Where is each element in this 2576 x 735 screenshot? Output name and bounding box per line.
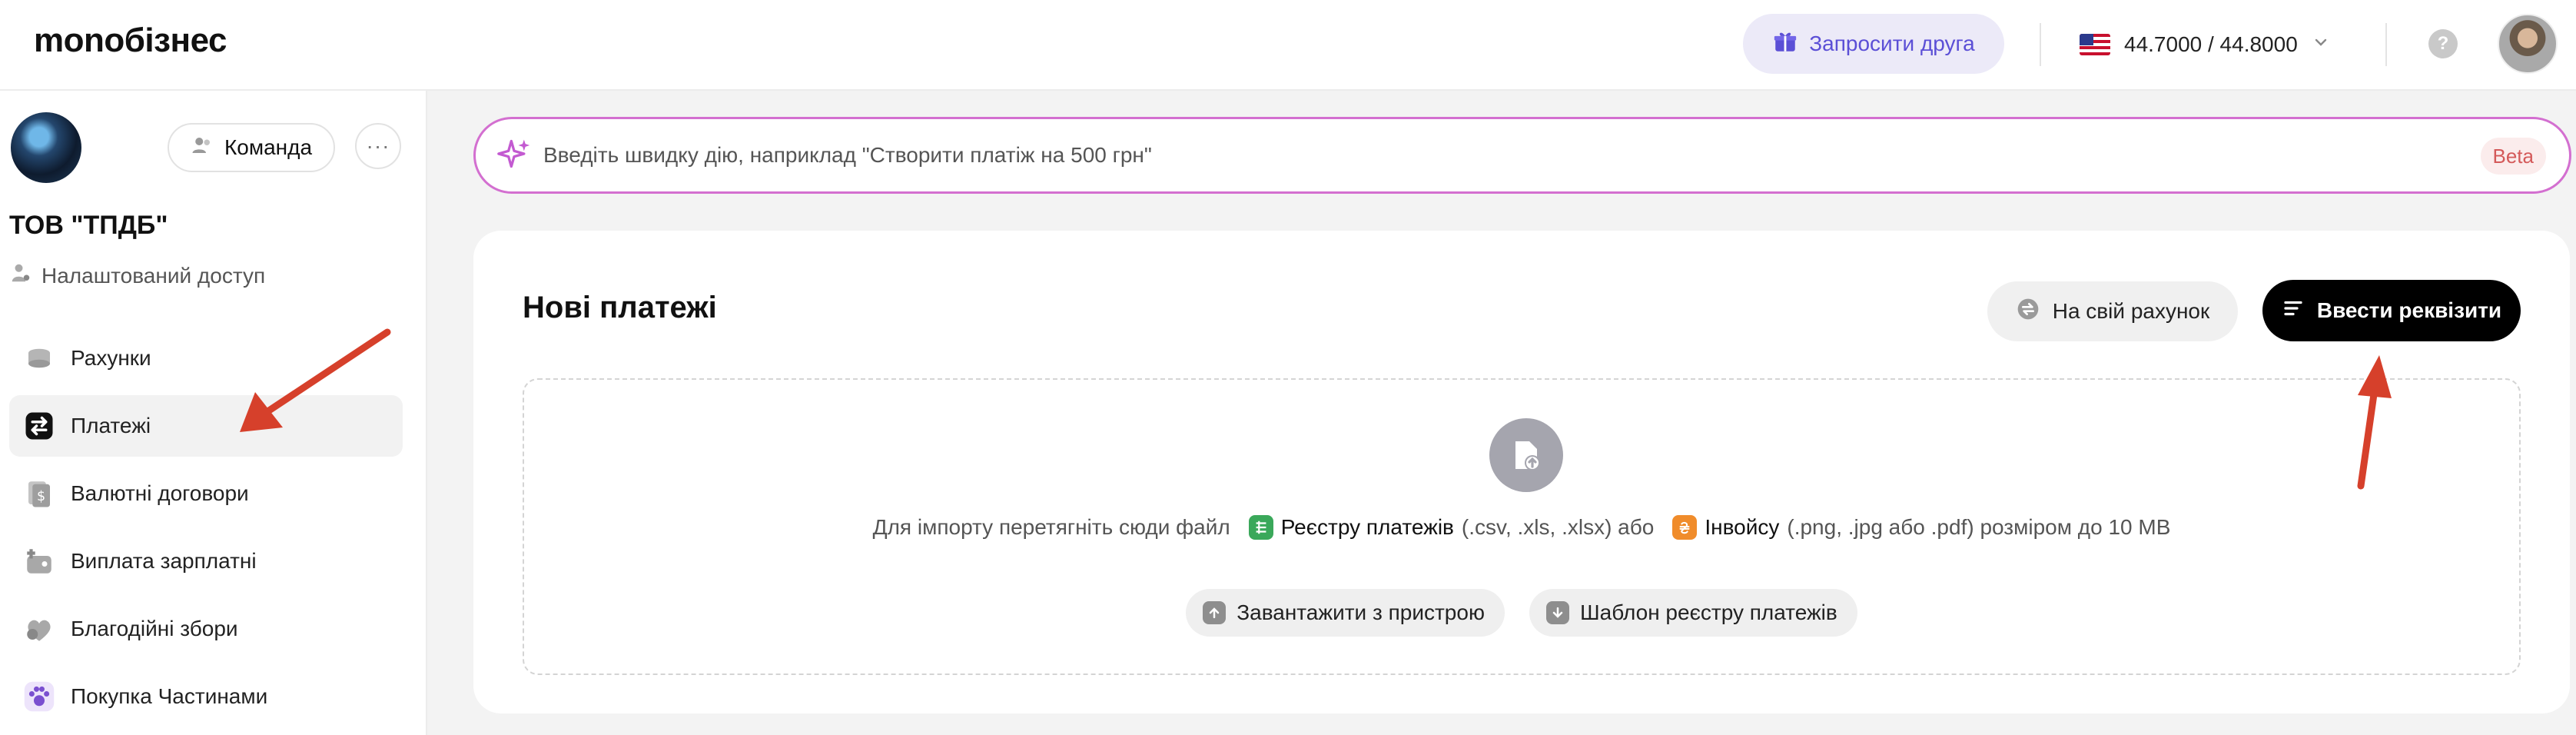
sidebar-item-label: Благодійні збори: [71, 617, 238, 640]
currency-contracts-icon: $: [23, 477, 55, 510]
sidebar-item-label: Покупка Частинами: [71, 684, 268, 708]
access-label: Налаштований доступ: [41, 263, 266, 288]
sidebar-item-installments[interactable]: Покупка Частинами: [9, 666, 403, 727]
company-name: ТОВ "ТПДБ": [9, 211, 168, 240]
user-access-icon: [9, 261, 32, 290]
upload-icon: [1203, 601, 1227, 624]
template-label: Шаблон реєстру платежів: [1579, 600, 1837, 624]
access-settings[interactable]: Налаштований доступ: [9, 261, 265, 290]
file-drop-zone[interactable]: Для імпорту перетягніть сюди файл Реєстр…: [523, 378, 2521, 675]
payments-icon: [23, 410, 55, 442]
accounts-icon: [23, 342, 55, 374]
download-icon: [1545, 601, 1569, 624]
exchange-rate-selector[interactable]: 44.7000 / 44.8000: [2080, 23, 2330, 66]
registry-label: Реєстру платежів: [1280, 515, 1454, 539]
upload-label: Завантажити з пристрою: [1237, 600, 1485, 624]
sidebar-nav: Рахунки Платежі $ Валютні договори Випла…: [9, 328, 403, 733]
quick-action-input[interactable]: [543, 143, 2388, 168]
invoice-label: Інвойсу: [1705, 515, 1780, 539]
sidebar: Команда ··· ТОВ "ТПДБ" Налаштований дост…: [0, 91, 427, 735]
hryvnia-invoice-icon: [1672, 515, 1698, 540]
team-button[interactable]: Команда: [168, 123, 335, 172]
sidebar-item-label: Платежі: [71, 414, 151, 437]
quick-action-bar[interactable]: Beta: [473, 117, 2571, 194]
own-account-button[interactable]: На свій рахунок: [1987, 281, 2238, 341]
top-header: monoбізнес Запросити друга 44.7000 / 44.…: [0, 0, 2576, 91]
registry-template-button[interactable]: Шаблон реєстру платежів: [1529, 589, 1857, 637]
lines-icon: [2282, 297, 2305, 325]
card-title: Нові платежі: [523, 291, 717, 324]
beta-badge: Beta: [2480, 138, 2546, 175]
own-account-label: На свій рахунок: [2052, 299, 2210, 323]
upload-from-device-button[interactable]: Завантажити з пристрою: [1186, 589, 1505, 637]
header-divider: [2040, 23, 2041, 66]
help-icon[interactable]: ?: [2428, 29, 2458, 58]
charity-icon: [23, 613, 55, 645]
sidebar-item-currency-contracts[interactable]: $ Валютні договори: [9, 463, 403, 524]
sidebar-item-label: Виплата зарплатні: [71, 549, 257, 573]
sidebar-item-accounts[interactable]: Рахунки: [9, 328, 403, 389]
sidebar-item-label: Рахунки: [71, 346, 151, 370]
exchange-rate-value: 44.7000 / 44.8000: [2124, 32, 2298, 56]
svg-text:$: $: [37, 489, 45, 504]
team-label: Команда: [224, 135, 313, 159]
team-icon: [191, 134, 214, 162]
sidebar-item-charity[interactable]: Благодійні збори: [9, 598, 403, 660]
gift-icon: [1772, 28, 1798, 60]
company-avatar[interactable]: [11, 112, 81, 183]
drop-instructions: Для імпорту перетягніть сюди файл Реєстр…: [524, 515, 2519, 540]
spreadsheet-icon: [1248, 515, 1273, 540]
enter-details-label: Ввести реквізити: [2316, 298, 2502, 322]
salary-icon: [23, 545, 55, 577]
sidebar-item-payments[interactable]: Платежі: [9, 395, 403, 457]
more-options-button[interactable]: ···: [355, 123, 401, 169]
invoice-formats: (.png, .jpg або .pdf) розміром до 10 MB: [1787, 515, 2171, 539]
sparkle-icon: [497, 137, 531, 175]
sidebar-item-label: Валютні договори: [71, 481, 249, 505]
invite-friend-label: Запросити друга: [1809, 32, 1975, 55]
drop-actions: Завантажити з пристрою Шаблон реєстру пл…: [524, 589, 2519, 637]
sidebar-item-salary[interactable]: Виплата зарплатні: [9, 530, 403, 592]
drop-text-prefix: Для імпорту перетягніть сюди файл: [872, 515, 1230, 539]
registry-formats: (.csv, .xls, .xlsx) або: [1461, 515, 1655, 539]
file-upload-icon: [1489, 418, 1563, 492]
enter-details-button[interactable]: Ввести реквізити: [2262, 280, 2521, 341]
header-divider: [2385, 23, 2387, 66]
new-payments-card: Нові платежі На свій рахунок Ввести рекв…: [473, 231, 2570, 713]
installments-icon: [23, 680, 55, 713]
us-flag-icon: [2080, 34, 2110, 55]
invite-friend-button[interactable]: Запросити друга: [1743, 14, 2004, 74]
user-avatar[interactable]: [2498, 14, 2558, 74]
logo[interactable]: monoбізнес: [34, 22, 227, 60]
transfer-icon: [2016, 297, 2040, 327]
chevron-down-icon: [2312, 32, 2330, 57]
